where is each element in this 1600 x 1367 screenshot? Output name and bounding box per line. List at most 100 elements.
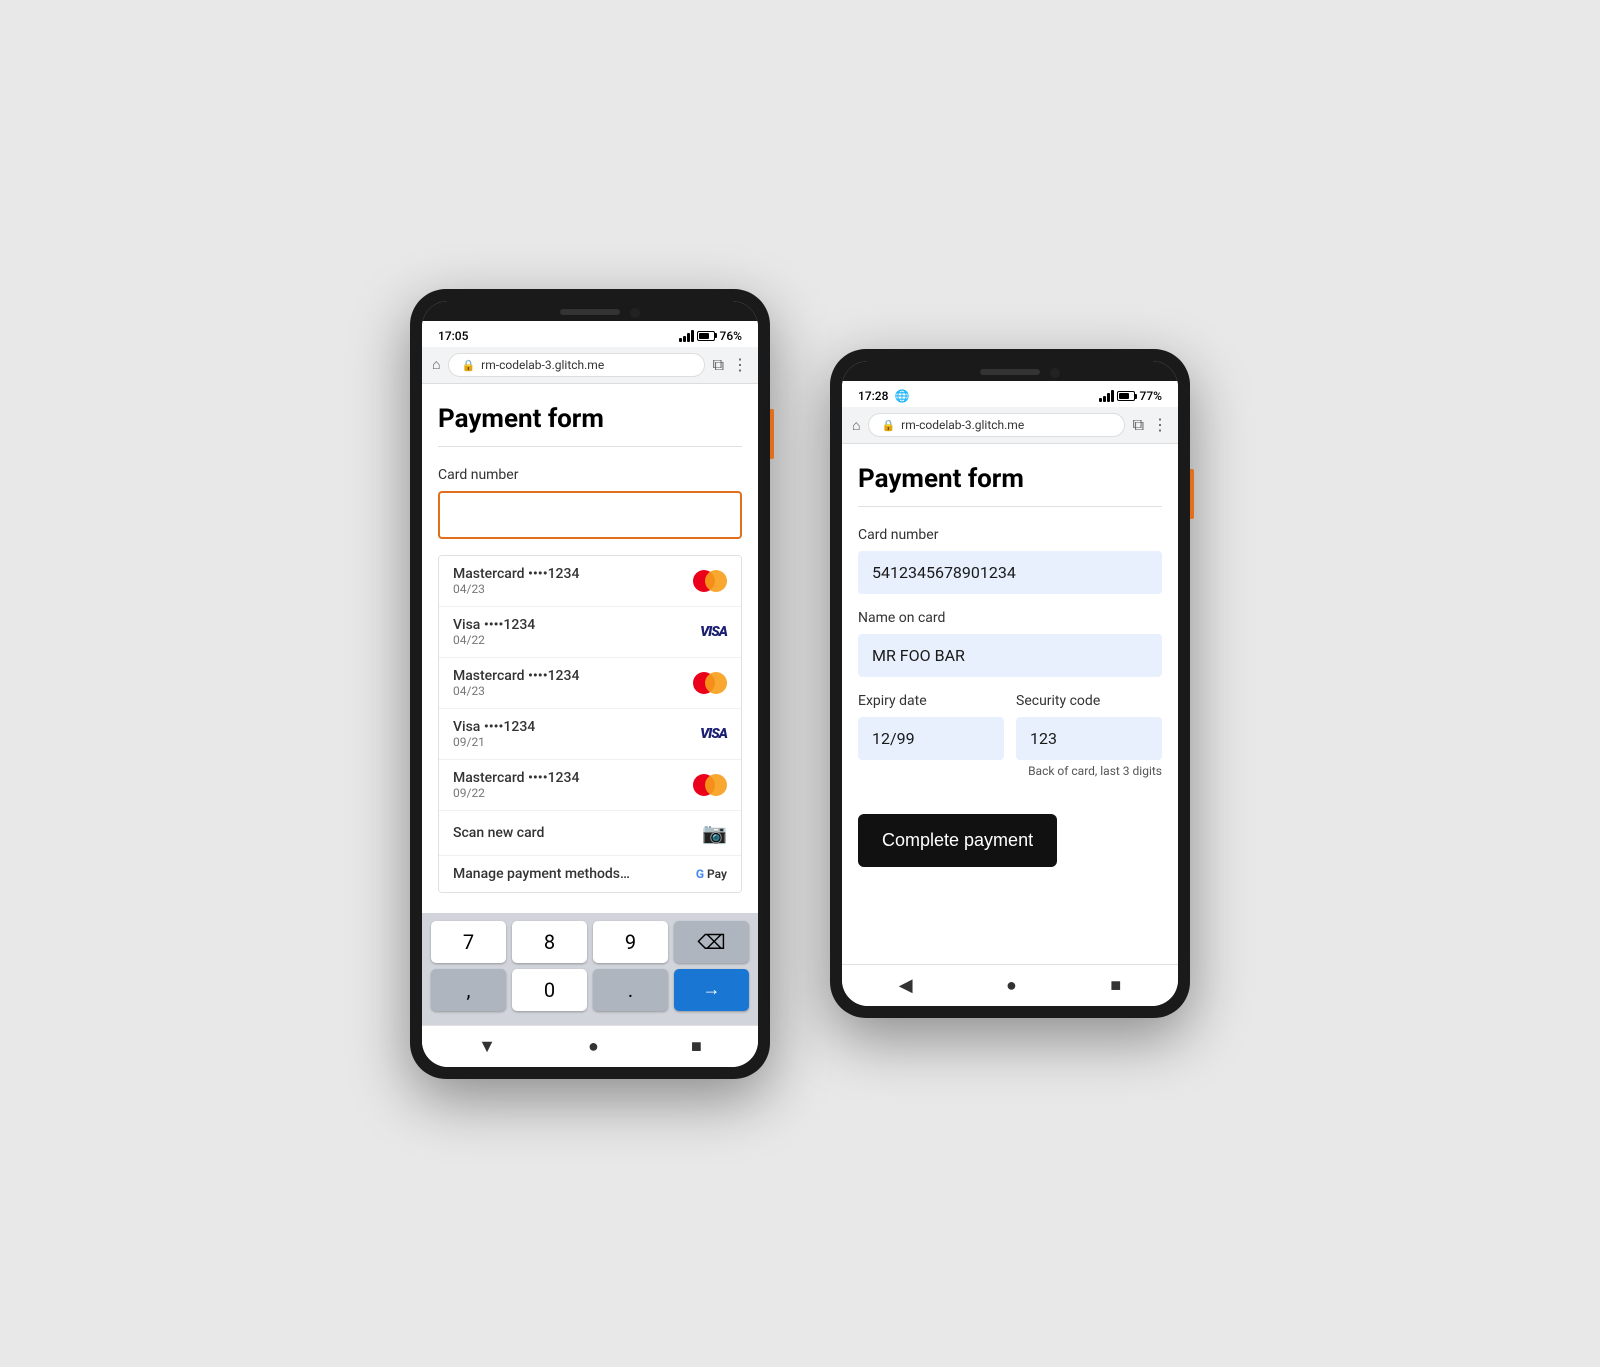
key-7[interactable]: 7 <box>431 921 506 963</box>
scan-new-card-item[interactable]: Scan new card 📷 <box>439 811 741 856</box>
home-icon[interactable]: ⌂ <box>432 356 440 373</box>
autocomplete-list: Mastercard ••••1234 04/23 Visa ••••1234 … <box>438 555 742 893</box>
two-col-row: Expiry date 12/99 Security code 123 Back… <box>858 693 1162 794</box>
complete-payment-button[interactable]: Complete payment <box>858 814 1057 867</box>
mastercard-logo <box>693 672 727 694</box>
security-value[interactable]: 123 <box>1016 717 1162 760</box>
nav-home-icon[interactable]: ● <box>588 1036 599 1057</box>
speaker <box>980 369 1040 375</box>
nav-recents-icon[interactable]: ■ <box>1110 975 1121 996</box>
phone-top-bar <box>842 361 1178 381</box>
scan-new-card-label: Scan new card <box>453 825 544 841</box>
signal-icon <box>1099 390 1114 402</box>
expiry-label: Expiry date <box>858 693 1004 709</box>
page-content: Payment form Card number Mastercard ••••… <box>422 384 758 913</box>
mastercard-logo <box>693 774 727 796</box>
url-text: rm-codelab-3.glitch.me <box>481 358 604 372</box>
key-8[interactable]: 8 <box>512 921 587 963</box>
right-phone: 17:28 🌐 77% ⌂ <box>830 349 1190 1018</box>
manage-payment-item[interactable]: Manage payment methods… G Pay <box>439 856 741 892</box>
key-dot[interactable]: . <box>593 969 668 1011</box>
status-bar: 17:28 🌐 77% <box>842 381 1178 407</box>
url-text: rm-codelab-3.glitch.me <box>901 418 1024 432</box>
divider <box>438 446 742 447</box>
keyboard-row-2: , 0 . → <box>430 969 750 1011</box>
name-value[interactable]: MR FOO BAR <box>858 634 1162 677</box>
autocomplete-item[interactable]: Mastercard ••••1234 04/23 <box>439 556 741 607</box>
autocomplete-item[interactable]: Mastercard ••••1234 09/22 <box>439 760 741 811</box>
gpay-logo: G Pay <box>696 867 727 881</box>
card-brand-name: Visa ••••1234 <box>453 719 535 735</box>
page-content: Payment form Card number 541234567890123… <box>842 444 1178 964</box>
card-brand-name: Mastercard ••••1234 <box>453 566 579 582</box>
nav-home-icon[interactable]: ● <box>1006 975 1017 996</box>
expiry-field-group: Expiry date 12/99 <box>858 693 1004 778</box>
nav-recents-icon[interactable]: ■ <box>691 1036 702 1057</box>
key-9[interactable]: 9 <box>593 921 668 963</box>
browser-bar[interactable]: ⌂ rm-codelab-3.glitch.me ⧉ ⋮ <box>422 347 758 384</box>
tab-icon[interactable]: ⧉ <box>713 355 724 375</box>
lock-icon <box>881 418 895 432</box>
phone-top-bar <box>422 301 758 321</box>
key-0[interactable]: 0 <box>512 969 587 1011</box>
expiry-value[interactable]: 12/99 <box>858 717 1004 760</box>
page-title: Payment form <box>438 404 742 434</box>
camera-dot <box>630 308 640 318</box>
status-icons: 77% <box>1099 389 1162 403</box>
keyboard-row-1: 7 8 9 ⌫ <box>430 921 750 963</box>
browser-icons: ⧉ ⋮ <box>1133 415 1168 435</box>
card-number-input[interactable] <box>438 491 742 539</box>
menu-icon[interactable]: ⋮ <box>732 355 748 375</box>
card-brand-name: Mastercard ••••1234 <box>453 668 579 684</box>
url-box[interactable]: rm-codelab-3.glitch.me <box>868 413 1124 437</box>
card-expiry: 04/23 <box>453 684 579 698</box>
home-icon[interactable]: ⌂ <box>852 417 860 434</box>
name-label: Name on card <box>858 610 1162 626</box>
speaker <box>560 309 620 315</box>
card-info: Mastercard ••••1234 04/23 <box>453 566 579 596</box>
autocomplete-item[interactable]: Visa ••••1234 04/22 VISA <box>439 607 741 658</box>
mastercard-logo <box>693 570 727 592</box>
battery-icon <box>697 331 717 341</box>
signal-icon <box>679 330 694 342</box>
time-display: 17:28 <box>858 389 888 403</box>
card-expiry: 04/22 <box>453 633 535 647</box>
card-expiry: 09/22 <box>453 786 579 800</box>
card-number-label: Card number <box>438 467 742 483</box>
nav-back-icon[interactable]: ▼ <box>478 1036 496 1057</box>
card-number-label: Card number <box>858 527 1162 543</box>
browser-icons: ⧉ ⋮ <box>713 355 748 375</box>
autocomplete-item[interactable]: Visa ••••1234 09/21 VISA <box>439 709 741 760</box>
divider <box>858 506 1162 507</box>
autocomplete-item[interactable]: Mastercard ••••1234 04/23 <box>439 658 741 709</box>
security-field-group: Security code 123 Back of card, last 3 d… <box>1016 693 1162 778</box>
page-title: Payment form <box>858 464 1162 494</box>
numeric-keyboard: 7 8 9 ⌫ , 0 . → <box>422 913 758 1025</box>
battery-icon <box>1117 391 1137 401</box>
bottom-nav: ◀ ● ■ <box>842 964 1178 1006</box>
card-info: Visa ••••1234 09/21 <box>453 719 535 749</box>
card-brand-name: Visa ••••1234 <box>453 617 535 633</box>
browser-bar[interactable]: ⌂ rm-codelab-3.glitch.me ⧉ ⋮ <box>842 407 1178 444</box>
tab-icon[interactable]: ⧉ <box>1133 415 1144 435</box>
card-number-value[interactable]: 5412345678901234 <box>858 551 1162 594</box>
url-box[interactable]: rm-codelab-3.glitch.me <box>448 353 704 377</box>
card-info: Mastercard ••••1234 09/22 <box>453 770 579 800</box>
location-icon: 🌐 <box>894 389 909 403</box>
card-info: Mastercard ••••1234 04/23 <box>453 668 579 698</box>
key-comma[interactable]: , <box>431 969 506 1011</box>
name-field-group: Name on card MR FOO BAR <box>858 610 1162 677</box>
key-backspace[interactable]: ⌫ <box>674 921 749 963</box>
bottom-nav: ▼ ● ■ <box>422 1025 758 1067</box>
menu-icon[interactable]: ⋮ <box>1152 415 1168 435</box>
lock-icon <box>461 358 475 372</box>
status-bar: 17:05 76% <box>422 321 758 347</box>
time-display: 17:05 <box>438 329 468 343</box>
status-icons: 76% <box>679 329 742 343</box>
card-number-field-group: Card number 5412345678901234 <box>858 527 1162 594</box>
key-next[interactable]: → <box>674 969 749 1011</box>
nav-back-icon[interactable]: ◀ <box>899 975 913 996</box>
battery-percent: 77% <box>1140 389 1162 403</box>
left-phone: 17:05 76% ⌂ <box>410 289 770 1079</box>
side-button <box>770 409 774 459</box>
